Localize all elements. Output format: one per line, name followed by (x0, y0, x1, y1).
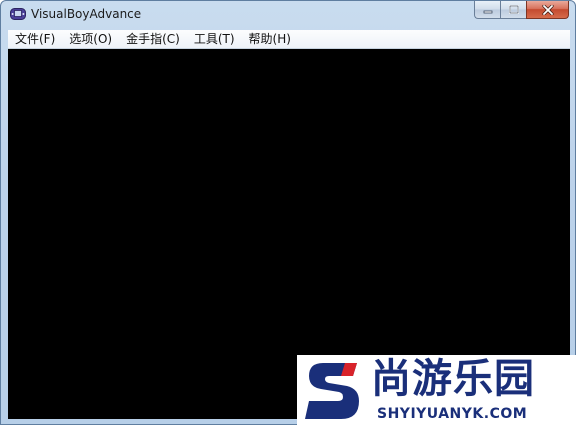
watermark-title: 尚游乐园 (371, 356, 535, 402)
maximize-button[interactable] (500, 1, 526, 19)
maximize-icon (508, 5, 519, 14)
minimize-button[interactable] (474, 1, 500, 19)
close-icon (541, 4, 554, 15)
menu-help[interactable]: 帮助(H) (242, 30, 298, 48)
window-title: VisualBoyAdvance (31, 7, 142, 21)
window-controls (474, 1, 569, 20)
menu-tools[interactable]: 工具(T) (187, 30, 242, 48)
menu-options[interactable]: 选项(O) (62, 30, 119, 48)
watermark-url: SHYIYUANYK.COM (377, 406, 528, 422)
close-button[interactable] (526, 1, 569, 19)
title-bar[interactable]: VisualBoyAdvance (1, 1, 575, 29)
menu-bar: 文件(F) 选项(O) 金手指(C) 工具(T) 帮助(H) (8, 30, 570, 49)
watermark: 尚游乐园 SHYIYUANYK.COM (297, 355, 578, 427)
minimize-icon (483, 10, 492, 13)
menu-cheats[interactable]: 金手指(C) (119, 30, 187, 48)
brand-logo-icon (305, 363, 359, 419)
menu-file[interactable]: 文件(F) (8, 30, 62, 48)
gameboy-advance-icon (10, 8, 26, 20)
